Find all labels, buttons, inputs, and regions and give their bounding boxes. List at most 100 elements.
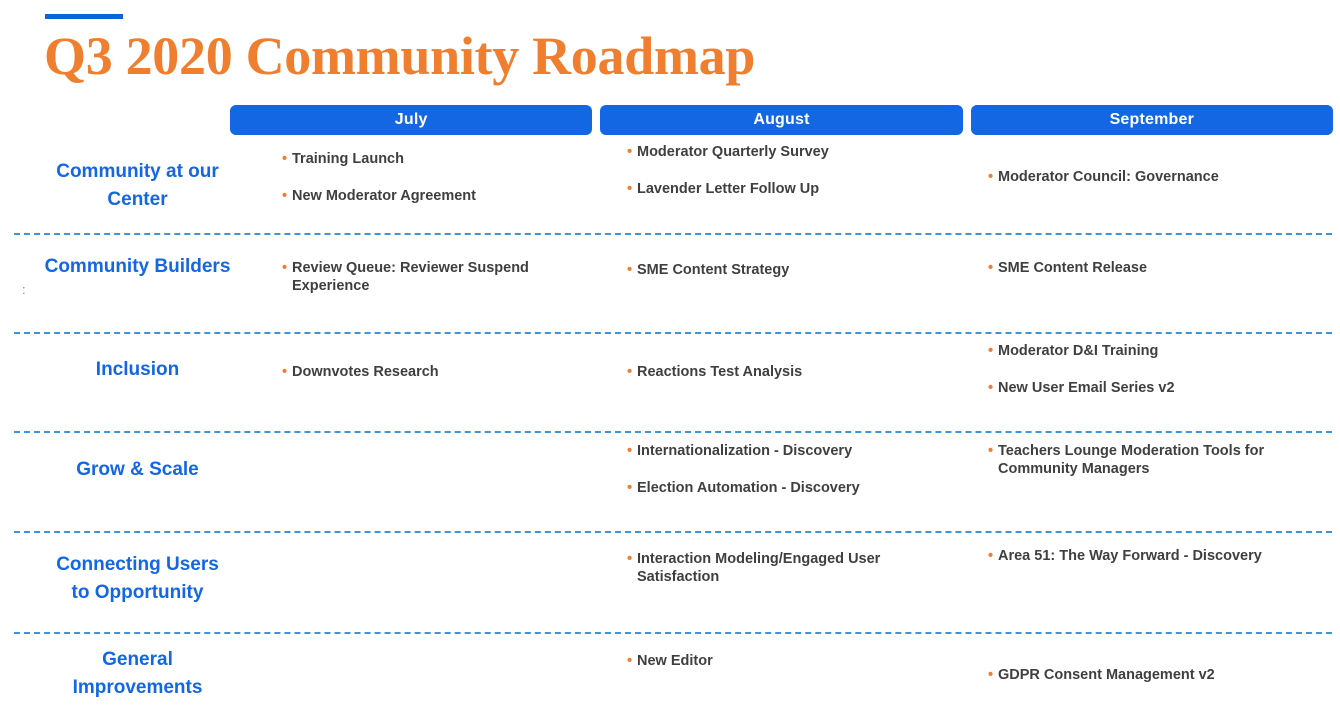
row-label-line: Community Builders: [44, 256, 231, 277]
bullet-dot-icon: •: [988, 260, 994, 276]
row-label-2: Inclusion: [10, 356, 265, 384]
roadmap-item-label: Lavender Letter Follow Up: [637, 181, 820, 197]
roadmap-item[interactable]: • New User Email Series v2: [988, 379, 1308, 397]
roadmap-item[interactable]: • SME Content Release: [988, 259, 1308, 277]
roadmap-item[interactable]: • GDPR Consent Management v2: [988, 666, 1308, 684]
roadmap-item-label: New Moderator Agreement: [292, 188, 476, 204]
roadmap-item-label: Moderator Quarterly Survey: [637, 144, 829, 160]
month-header-row: July August September: [230, 105, 1333, 135]
roadmap-item[interactable]: • Reactions Test Analysis: [627, 363, 927, 381]
roadmap-item[interactable]: • Internationalization - Discovery: [627, 442, 927, 460]
row-label-line: Connecting Users: [56, 554, 219, 575]
roadmap-row: Connecting Users to Opportunity • Interacti…: [0, 533, 1340, 634]
cell-september-row-4: • Area 51: The Way Forward - Discovery: [988, 547, 1308, 565]
cell-july-row-1: • Review Queue: Reviewer Suspend Experien…: [282, 259, 582, 295]
row-label-1: Community Builders: [10, 253, 265, 281]
bullet-dot-icon: •: [988, 380, 994, 396]
roadmap-item[interactable]: • Training Launch: [282, 150, 582, 168]
bullet-dot-icon: •: [627, 181, 633, 197]
roadmap-item-label: GDPR Consent Management v2: [998, 667, 1215, 683]
roadmap-item-label: Internationalization - Discovery: [637, 443, 853, 459]
roadmap-item[interactable]: • Lavender Letter Follow Up: [627, 180, 927, 198]
row-label-line: Grow & Scale: [76, 459, 199, 480]
bullet-dot-icon: •: [627, 551, 633, 567]
cell-september-row-1: • SME Content Release: [988, 259, 1308, 277]
cell-september-row-2: • Moderator D&I Training • New User Email S…: [988, 342, 1308, 397]
roadmap-item-label: Moderator D&I Training: [998, 343, 1159, 359]
roadmap-item-label: Interaction Modeling/Engaged User Satisf…: [637, 551, 881, 585]
bullet-dot-icon: •: [627, 144, 633, 160]
row-label-line: Improvements: [72, 677, 203, 698]
title-accent-bar: [45, 14, 123, 19]
bullet-dot-icon: •: [988, 169, 994, 185]
roadmap-row: General Improvements • New Editor • GDPR Cons…: [0, 634, 1340, 713]
roadmap-item-label: Reactions Test Analysis: [637, 364, 803, 380]
roadmap-item[interactable]: • SME Content Strategy: [627, 261, 927, 279]
bullet-dot-icon: •: [988, 667, 994, 683]
roadmap-item-label: Downvotes Research: [292, 364, 439, 380]
cell-september-row-5: • GDPR Consent Management v2: [988, 666, 1308, 684]
row-label-line: General: [102, 649, 173, 670]
cell-september-row-0: • Moderator Council: Governance: [988, 168, 1308, 186]
stray-mark: :: [22, 282, 26, 297]
roadmap-item[interactable]: • Teachers Lounge Moderation Tools for Co…: [988, 442, 1308, 478]
bullet-dot-icon: •: [627, 262, 633, 278]
roadmap-item-label: New User Email Series v2: [998, 380, 1175, 396]
roadmap-item[interactable]: • Review Queue: Reviewer Suspend Experien…: [282, 259, 582, 295]
roadmap-item[interactable]: • Area 51: The Way Forward - Discovery: [988, 547, 1308, 565]
roadmap-item-label: Election Automation - Discovery: [637, 480, 860, 496]
roadmap-row: Inclusion • Downvotes Research • Reactions T…: [0, 334, 1340, 433]
row-label-line: Inclusion: [95, 359, 180, 380]
row-label-0: Community at our Center: [10, 158, 265, 214]
roadmap-item-label: SME Content Strategy: [637, 262, 790, 278]
cell-august-row-4: • Interaction Modeling/Engaged User Satis…: [627, 550, 927, 586]
bullet-dot-icon: •: [988, 343, 994, 359]
bullet-dot-icon: •: [627, 480, 633, 496]
roadmap-item[interactable]: • Moderator D&I Training: [988, 342, 1308, 360]
row-label-line: to Opportunity: [71, 582, 204, 603]
roadmap-item-label: Moderator Council: Governance: [998, 169, 1219, 185]
row-label-4: Connecting Users to Opportunity: [10, 551, 265, 607]
bullet-dot-icon: •: [627, 653, 633, 669]
month-header-july: July: [230, 105, 593, 135]
cell-july-row-0: • Training Launch • New Moderator Agreement: [282, 150, 582, 205]
bullet-dot-icon: •: [282, 151, 288, 167]
cell-august-row-0: • Moderator Quarterly Survey • Lavender Let…: [627, 143, 927, 198]
roadmap-row: Community at our Center • Training Launch • N…: [0, 138, 1340, 235]
cell-september-row-3: • Teachers Lounge Moderation Tools for Co…: [988, 442, 1308, 478]
bullet-dot-icon: •: [988, 548, 994, 564]
roadmap-item[interactable]: • Moderator Council: Governance: [988, 168, 1308, 186]
roadmap-item-label: Teachers Lounge Moderation Tools for Com…: [998, 443, 1265, 477]
bullet-dot-icon: •: [282, 260, 288, 276]
bullet-dot-icon: •: [988, 443, 994, 459]
month-header-august: August: [600, 105, 963, 135]
roadmap-item-label: New Editor: [637, 653, 713, 669]
row-label-5: General Improvements: [10, 646, 265, 702]
bullet-dot-icon: •: [282, 364, 288, 380]
roadmap-item[interactable]: • Election Automation - Discovery: [627, 479, 927, 497]
cell-august-row-2: • Reactions Test Analysis: [627, 363, 927, 381]
month-header-september: September: [970, 105, 1333, 135]
row-label-line: Community at our: [56, 161, 219, 182]
cell-august-row-5: • New Editor: [627, 652, 927, 670]
roadmap-item-label: Review Queue: Reviewer Suspend Experienc…: [292, 260, 529, 294]
cell-july-row-2: • Downvotes Research: [282, 363, 582, 381]
page-title: Q3 2020 Community Roadmap: [44, 26, 756, 86]
roadmap-item[interactable]: • Moderator Quarterly Survey: [627, 143, 927, 161]
roadmap-item[interactable]: • New Editor: [627, 652, 927, 670]
row-label-line: Center: [107, 189, 168, 210]
roadmap-row: Community Builders • Review Queue: Reviewe…: [0, 235, 1340, 334]
roadmap-item[interactable]: • Downvotes Research: [282, 363, 582, 381]
roadmap-item[interactable]: • Interaction Modeling/Engaged User Satis…: [627, 550, 927, 586]
row-label-3: Grow & Scale: [10, 456, 265, 484]
roadmap-grid: Community at our Center • Training Launch • N…: [0, 138, 1340, 713]
cell-august-row-3: • Internationalization - Discovery • Electi…: [627, 442, 927, 497]
roadmap-row: Grow & Scale • Internationalization - Disc…: [0, 433, 1340, 533]
bullet-dot-icon: •: [282, 188, 288, 204]
roadmap-item-label: Area 51: The Way Forward - Discovery: [998, 548, 1262, 564]
roadmap-item-label: SME Content Release: [998, 260, 1148, 276]
bullet-dot-icon: •: [627, 443, 633, 459]
roadmap-item-label: Training Launch: [292, 151, 404, 167]
cell-august-row-1: • SME Content Strategy: [627, 261, 927, 279]
roadmap-item[interactable]: • New Moderator Agreement: [282, 187, 582, 205]
